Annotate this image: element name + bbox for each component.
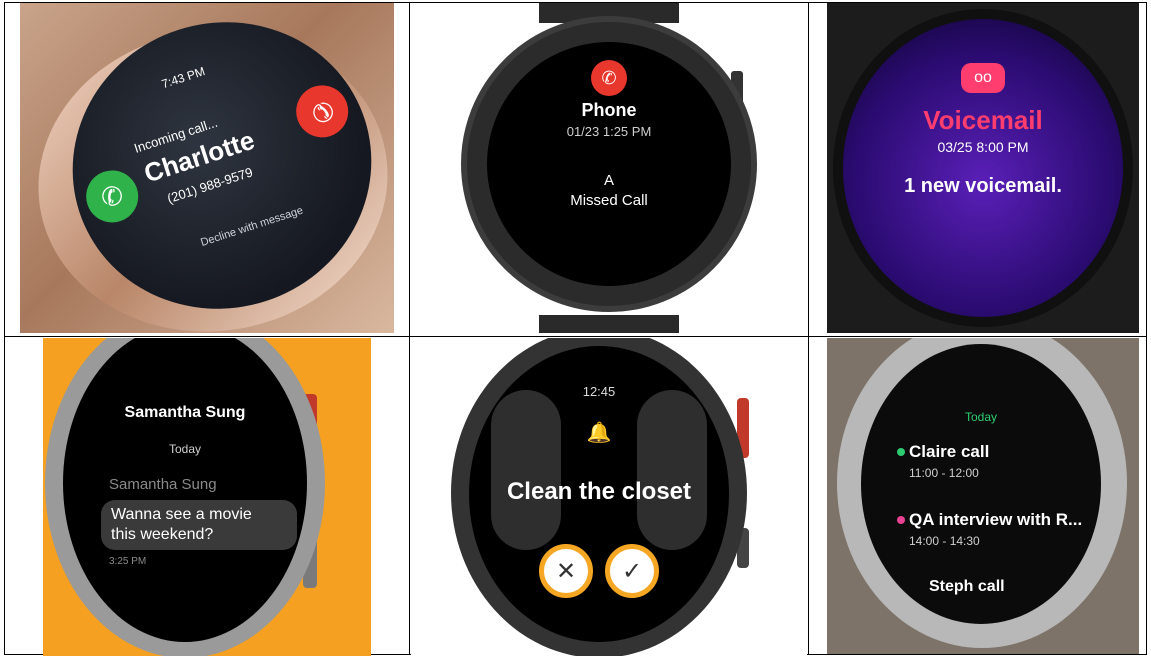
voicemail-cell: oo Voicemail 03/25 8:00 PM 1 new voicema… [827,3,1139,333]
reminder-cell: 12:45 🔔 Clean the closet ✕ ✓ [411,338,807,656]
message-cell: Samantha Sung Today Samantha Sung Wanna … [43,338,371,656]
reminder-text: Clean the closet [506,478,692,505]
event-title[interactable]: Claire call [909,442,989,462]
voicemail-icon: oo [961,63,1005,93]
close-icon: ✕ [555,557,577,585]
app-title: Phone [581,100,637,120]
watch-strap [539,315,679,333]
voicemail-title: Voicemail [923,105,1043,135]
clock-time: 12:45 [582,384,616,399]
clock-time: 7:43 PM [159,64,207,92]
missed-call-count: A [603,172,614,189]
event-color-dot [897,516,905,524]
dismiss-button[interactable]: ✕ [539,544,593,598]
grid-divider [5,336,1146,337]
voicemail-datetime: 03/25 8:00 PM [937,139,1029,155]
event-time: 11:00 - 12:00 [909,466,979,480]
message-time: 3:25 PM [109,556,147,567]
event-title[interactable]: QA interview with R... [909,510,1082,530]
grid-divider [409,3,410,654]
call-datetime: 01/23 1:25 PM [566,124,652,139]
day-label: Today [168,442,202,456]
sender-name: Samantha Sung [109,476,217,493]
decorative-shape [491,390,561,550]
watch-screen: Today Claire call 11:00 - 12:00 QA inter… [861,344,1101,624]
missed-call-cell: ✆ Phone 01/23 1:25 PM A Missed Call [411,3,807,333]
event-time: 14:00 - 14:30 [909,534,980,548]
calendar-header: Today [964,410,998,424]
accept-call-button[interactable]: ✆ [79,163,145,230]
watch-screen: oo Voicemail 03/25 8:00 PM 1 new voicema… [833,9,1133,327]
decline-call-button[interactable]: ✆ [289,78,355,145]
decorative-shape [637,390,707,550]
check-icon: ✓ [621,557,643,585]
watch-screen: 12:45 🔔 Clean the closet ✕ ✓ [469,346,729,642]
watch-screen: Samantha Sung Today Samantha Sung Wanna … [63,338,307,642]
voicemail-message: 1 new voicemail. [904,175,1062,197]
message-text-line: Wanna see a movie [111,506,252,523]
watch-screen: ✆ Phone 01/23 1:25 PM A Missed Call [487,42,731,286]
phone-accept-icon: ✆ [97,178,128,214]
missed-call-icon: ✆ [591,60,627,96]
watch-screenshot-grid: 7:43 PM Incoming call... Charlotte (201)… [4,2,1147,656]
phone-decline-icon: ✆ [304,95,341,129]
event-title[interactable]: Steph call [929,578,1005,596]
incoming-call-cell: 7:43 PM Incoming call... Charlotte (201)… [20,3,394,333]
message-bubble[interactable]: Wanna see a movie this weekend? [101,500,297,550]
message-text-line: this weekend? [111,526,214,543]
missed-call-label: Missed Call [570,192,648,209]
bell-icon: 🔔 [586,422,612,444]
confirm-button[interactable]: ✓ [605,544,659,598]
grid-divider [808,3,809,654]
decline-with-message[interactable]: Decline with message [199,205,304,249]
calendar-cell: Today Claire call 11:00 - 12:00 QA inter… [827,338,1139,654]
contact-name: Samantha Sung [124,404,246,421]
event-color-dot [897,448,905,456]
